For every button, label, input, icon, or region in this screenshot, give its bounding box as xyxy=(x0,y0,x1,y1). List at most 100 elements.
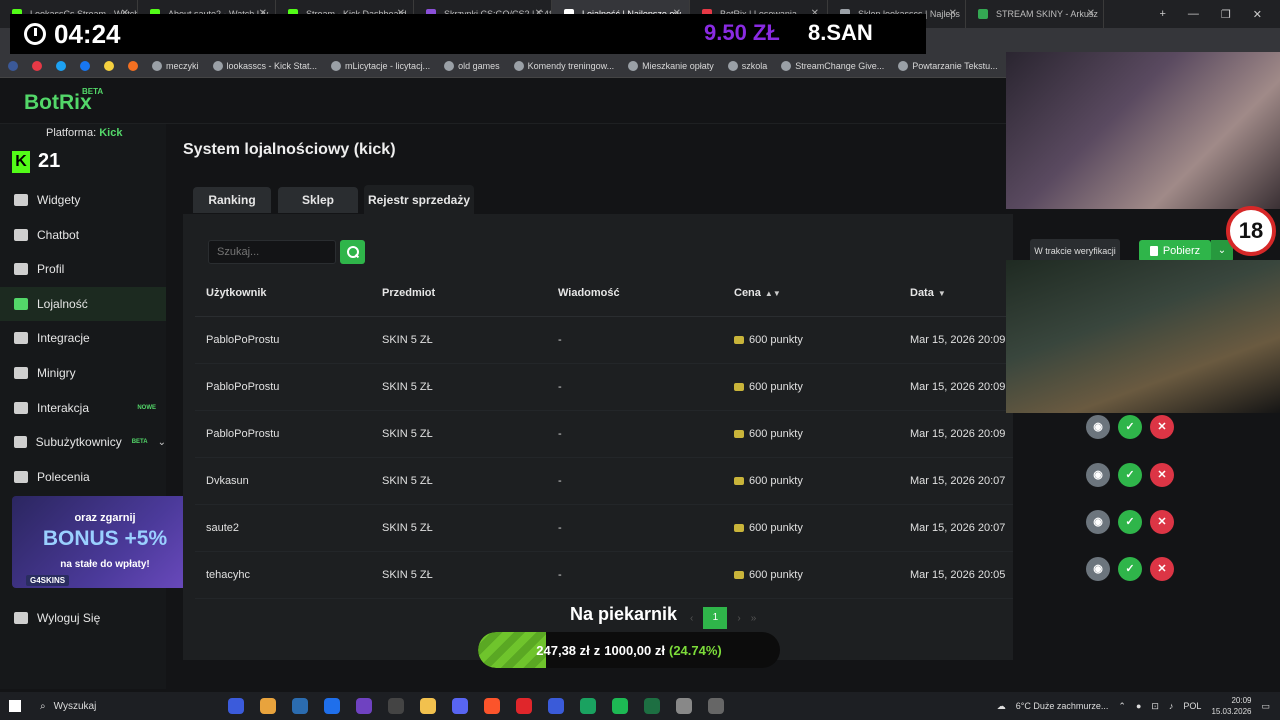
bookmark-item[interactable]: StreamChange Give... xyxy=(781,60,884,71)
excel-icon[interactable] xyxy=(644,698,660,714)
sidebar-item[interactable]: Profil xyxy=(0,252,166,286)
tab-close-icon[interactable]: ✕ xyxy=(1087,8,1095,19)
microphone-icon[interactable]: ● xyxy=(1136,701,1141,711)
bookmark-icon[interactable] xyxy=(128,60,138,71)
search-button[interactable] xyxy=(340,240,365,264)
column-header[interactable]: Data ▼ xyxy=(899,270,1013,317)
bookmark-icon[interactable] xyxy=(32,60,42,71)
bookmark-icon[interactable] xyxy=(8,60,18,71)
browser-tab[interactable]: STREAM SKINY - Arkusz ✕ xyxy=(966,0,1104,28)
beta-badge: BETA xyxy=(82,87,104,96)
row-item: SKIN 5 ZŁ xyxy=(371,363,547,411)
sidebar-item[interactable]: Integracje xyxy=(0,321,166,355)
bookmark-item[interactable]: lookasscs - Kick Stat... xyxy=(212,60,317,71)
bookmark-item[interactable]: szkola xyxy=(727,60,767,71)
sidebar-item[interactable]: Lojalność xyxy=(0,286,166,321)
bookmark-icon[interactable] xyxy=(56,60,66,71)
brave-icon[interactable] xyxy=(484,698,500,714)
view-icon[interactable]: ◉ xyxy=(1086,415,1110,440)
reject-icon[interactable]: ✕ xyxy=(1150,557,1174,581)
tab-shop[interactable]: Sklep xyxy=(278,187,358,213)
tab-sales-log[interactable]: Rejestr sprzedaży xyxy=(364,185,474,215)
sidebar-item[interactable]: Polecenia xyxy=(0,460,166,494)
malwarebytes-icon[interactable] xyxy=(548,698,564,714)
app-icon[interactable] xyxy=(676,698,692,714)
trophy-icon xyxy=(14,297,28,310)
tab-favicon-icon xyxy=(978,9,988,19)
bookmark-item[interactable]: Powtarzanie Tekstu... xyxy=(898,60,998,71)
prev-page-icon[interactable]: ‹ xyxy=(690,613,693,624)
goal-separator: z xyxy=(593,642,601,658)
weather-text[interactable]: 6°C Duże zachmurze... xyxy=(1016,701,1109,711)
row-price: 600 punkty xyxy=(723,363,899,411)
bookmark-item[interactable]: Mieszkanie opłaty xyxy=(628,60,714,71)
current-page[interactable]: 1 xyxy=(703,607,728,629)
start-button[interactable] xyxy=(0,692,30,720)
table-row: PabloPoProstu SKIN 5 ZŁ -600 punkty Mar 15,… xyxy=(195,316,1013,364)
taskbar-search[interactable]: ⌕ Wyszukaj xyxy=(30,692,220,720)
windows-logo-icon xyxy=(9,700,21,712)
folder-icon[interactable] xyxy=(420,698,436,714)
maximize-icon[interactable]: ❐ xyxy=(1221,8,1231,21)
tray-clock[interactable]: 20:09 15.03.2026 xyxy=(1211,695,1251,717)
approve-icon[interactable]: ✓ xyxy=(1118,462,1142,487)
reject-icon[interactable]: ✕ xyxy=(1150,509,1174,534)
last-page-icon[interactable]: » xyxy=(751,613,757,624)
approve-icon[interactable]: ✓ xyxy=(1118,415,1142,440)
bookmark-item[interactable]: Komendy treningow... xyxy=(513,60,614,71)
discord-icon[interactable] xyxy=(452,698,468,714)
tab-ranking[interactable]: Ranking xyxy=(193,187,271,213)
goal-current: 247,38 zł xyxy=(536,642,590,658)
close-window-icon[interactable]: ✕ xyxy=(1253,8,1262,21)
sidebar-item[interactable]: Subużytkownicy BETA ⌄ xyxy=(0,425,166,459)
approve-icon[interactable]: ✓ xyxy=(1118,557,1142,581)
bookmark-icon[interactable] xyxy=(80,60,90,71)
obs-icon[interactable] xyxy=(708,698,724,714)
row-price: 600 punkty xyxy=(723,316,899,364)
sort-icon[interactable]: ▲▼ xyxy=(765,289,781,298)
sidebar-item[interactable]: Widgety xyxy=(0,183,166,217)
tab-close-icon[interactable]: ✕ xyxy=(949,8,957,19)
logout-button[interactable]: Wyloguj Się xyxy=(14,611,100,625)
sidebar-item[interactable]: Minigry xyxy=(0,356,166,390)
botrix-logo[interactable]: BotRix BETA xyxy=(24,87,103,115)
tray-chevron-icon[interactable]: ⌃ xyxy=(1118,701,1126,712)
edge-icon[interactable] xyxy=(580,698,596,714)
system-tray: ☁ 6°C Duże zachmurze... ⌃ ● ⊡ ♪ POL 20:0… xyxy=(997,692,1270,720)
search-input[interactable] xyxy=(208,240,336,264)
bookmark-item[interactable]: old games xyxy=(444,60,500,71)
sidebar-item[interactable]: Chatbot xyxy=(0,218,166,252)
spotify-icon[interactable] xyxy=(612,698,628,714)
store-icon[interactable] xyxy=(292,698,308,714)
minimize-icon[interactable]: — xyxy=(1188,8,1199,20)
next-page-icon[interactable]: › xyxy=(737,613,740,624)
bookmark-favicon-icon xyxy=(898,60,909,71)
column-header[interactable]: Cena ▲▼ xyxy=(723,270,899,317)
approve-icon[interactable]: ✓ xyxy=(1118,509,1142,534)
bookmark-icon[interactable] xyxy=(104,60,114,71)
reject-icon[interactable]: ✕ xyxy=(1150,415,1174,440)
chevron-down-icon[interactable]: ⌄ xyxy=(158,437,166,448)
sidebar-item[interactable]: Interakcja NOWE xyxy=(0,391,166,425)
view-icon[interactable]: ◉ xyxy=(1086,509,1110,534)
language-indicator[interactable]: POL xyxy=(1183,701,1201,711)
bookmark-item[interactable]: meczyki xyxy=(152,60,199,71)
download-button[interactable]: Pobierz xyxy=(1139,240,1211,262)
bookmark-item[interactable]: mLicytacje - licytacj... xyxy=(331,60,430,71)
volume-icon[interactable]: ♪ xyxy=(1169,701,1174,711)
new-tab-button[interactable]: + xyxy=(1159,8,1165,20)
view-icon[interactable]: ◉ xyxy=(1086,557,1110,581)
app-icon[interactable] xyxy=(388,698,404,714)
network-icon[interactable]: ⊡ xyxy=(1151,701,1159,712)
notification-icon[interactable]: ▭ xyxy=(1261,701,1270,712)
g4skins-promo-banner[interactable]: oraz zgarnij BONUS +5% na stałe do wpłat… xyxy=(12,496,198,588)
opera-icon[interactable] xyxy=(516,698,532,714)
view-icon[interactable]: ◉ xyxy=(1086,462,1110,487)
app-icon[interactable] xyxy=(228,698,244,714)
visual-studio-icon[interactable] xyxy=(356,698,372,714)
outlook-icon[interactable] xyxy=(324,698,340,714)
chrome-icon[interactable] xyxy=(260,698,276,714)
window-controls: + — ❐ ✕ xyxy=(1159,0,1280,28)
reject-icon[interactable]: ✕ xyxy=(1150,462,1174,487)
sort-desc-icon[interactable]: ▼ xyxy=(938,289,946,298)
